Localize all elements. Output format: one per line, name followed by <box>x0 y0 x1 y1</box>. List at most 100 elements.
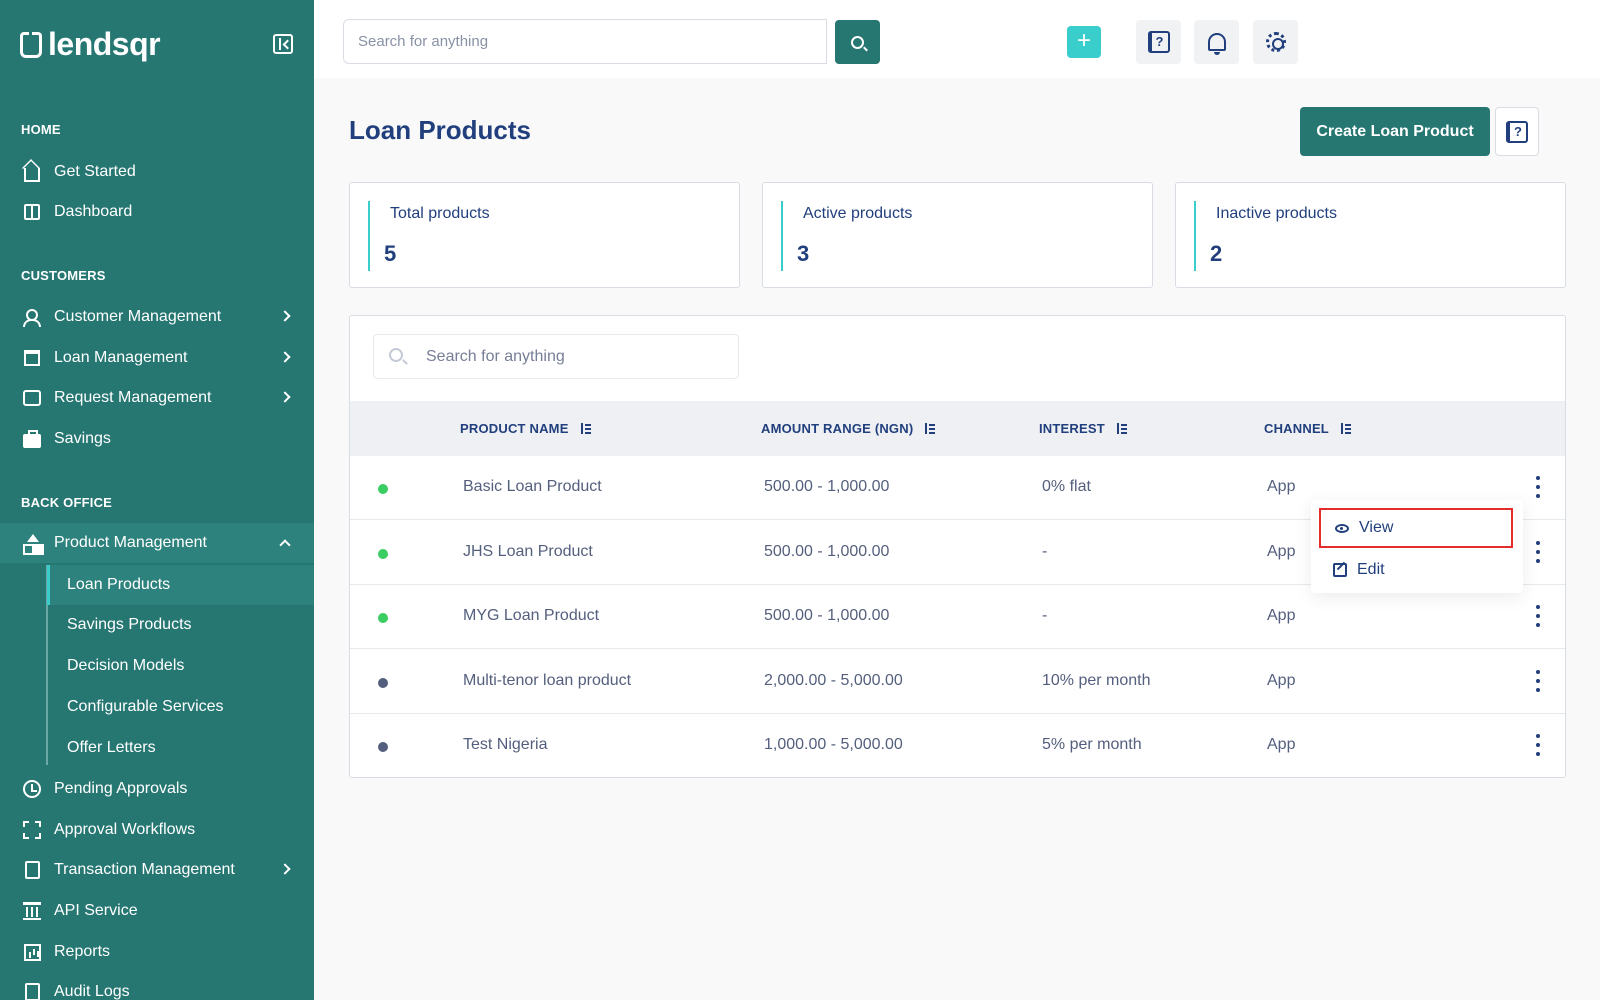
sidebar-item-transaction-management[interactable]: Transaction Management <box>0 850 314 890</box>
sidebar-item-label: Loan Management <box>54 349 188 366</box>
sidebar-item-label: Product Management <box>54 534 207 551</box>
menu-item-label: View <box>1359 519 1394 536</box>
row-actions-menu: View Edit <box>1311 500 1523 593</box>
sidebar-item-label: Dashboard <box>54 203 133 220</box>
cell-channel: App <box>1267 672 1296 689</box>
stat-card-inactive: Inactive products 2 <box>1175 182 1566 288</box>
status-dot <box>378 549 388 559</box>
cell-product-name: MYG Loan Product <box>463 607 600 624</box>
global-search-button[interactable] <box>835 20 880 64</box>
hand-money-icon <box>22 388 42 408</box>
row-actions-icon[interactable] <box>1535 541 1541 563</box>
edit-icon <box>1333 563 1347 577</box>
menu-item-view[interactable]: View <box>1319 508 1513 548</box>
page-help-button[interactable]: ? <box>1495 107 1539 156</box>
stat-card-active: Active products 3 <box>762 182 1153 288</box>
column-header-label: INTEREST <box>1039 421 1105 436</box>
stat-value: 5 <box>384 241 397 266</box>
cell-interest: 0% flat <box>1042 478 1091 495</box>
row-actions-icon[interactable] <box>1535 476 1541 498</box>
help-button[interactable]: ? <box>1136 20 1181 64</box>
briefcase-icon <box>22 429 42 449</box>
document-icon <box>22 860 42 880</box>
status-dot <box>378 742 388 752</box>
table-search <box>373 334 739 379</box>
cell-channel: App <box>1267 478 1296 495</box>
sidebar-item-audit-logs[interactable]: Audit Logs <box>0 972 314 1000</box>
menu-item-label: Edit <box>1357 561 1385 578</box>
collapse-sidebar-icon[interactable] <box>273 34 293 54</box>
global-search-input[interactable] <box>343 19 827 64</box>
stat-accent-bar <box>368 201 370 271</box>
table-row[interactable]: Multi-tenor loan product 2,000.00 - 5,00… <box>350 650 1565 714</box>
page-title: Loan Products <box>349 115 532 145</box>
sidebar-item-approval-workflows[interactable]: Approval Workflows <box>0 810 314 850</box>
gear-icon <box>1265 32 1286 52</box>
chevron-right-icon <box>279 863 291 875</box>
notifications-button[interactable] <box>1194 20 1239 64</box>
section-title-home: HOME <box>21 122 61 137</box>
row-actions-icon[interactable] <box>1535 670 1541 692</box>
sidebar-item-product-management[interactable]: Product Management <box>0 523 314 563</box>
house-icon <box>22 162 42 182</box>
brand-name: lendsqr <box>48 26 161 62</box>
sidebar-item-customer-management[interactable]: Customer Management <box>0 297 314 337</box>
sidebar-subitem-savings-products[interactable]: Savings Products <box>47 605 314 645</box>
sidebar-item-label: Get Started <box>54 163 136 180</box>
sidebar-item-dashboard[interactable]: Dashboard <box>0 192 314 232</box>
column-header-channel[interactable]: CHANNEL <box>1264 401 1351 456</box>
sidebar-item-label: Customer Management <box>54 308 222 325</box>
users-icon <box>22 307 42 327</box>
brand-logo[interactable]: lendsqr <box>20 26 161 63</box>
sidebar-item-get-started[interactable]: Get Started <box>0 152 314 192</box>
sidebar-item-request-management[interactable]: Request Management <box>0 378 314 418</box>
sidebar-subitem-configurable-services[interactable]: Configurable Services <box>47 687 314 727</box>
table-row[interactable]: Test Nigeria 1,000.00 - 5,000.00 5% per … <box>350 714 1565 778</box>
sort-icon <box>923 422 936 435</box>
chevron-right-icon <box>279 310 291 322</box>
row-actions-icon[interactable] <box>1535 605 1541 627</box>
cell-amount-range: 500.00 - 1,000.00 <box>764 543 890 560</box>
stat-value: 2 <box>1210 241 1223 266</box>
sidebar-item-api-service[interactable]: API Service <box>0 891 314 931</box>
cell-channel: App <box>1267 607 1296 624</box>
section-title-customers: CUSTOMERS <box>21 268 106 283</box>
column-header-label: CHANNEL <box>1264 421 1329 436</box>
settings-button[interactable] <box>1253 20 1298 64</box>
column-header-interest[interactable]: INTEREST <box>1039 401 1127 456</box>
section-title-back-office: BACK OFFICE <box>21 495 113 510</box>
table-search-input[interactable] <box>426 336 726 377</box>
sort-icon <box>579 422 591 435</box>
quick-add-button[interactable]: + <box>1067 26 1101 58</box>
stat-value: 3 <box>797 241 810 266</box>
sidebar-item-label: Audit Logs <box>54 983 130 1000</box>
row-actions-icon[interactable] <box>1535 734 1541 756</box>
sidebar-item-pending-approvals[interactable]: Pending Approvals <box>0 769 314 809</box>
cell-amount-range: 500.00 - 1,000.00 <box>764 478 890 495</box>
cell-interest: 10% per month <box>1042 672 1151 689</box>
sidebar-item-label: Approval Workflows <box>54 821 196 838</box>
stat-label: Total products <box>390 205 490 222</box>
sidebar-item-savings[interactable]: Savings <box>0 419 314 459</box>
status-dot <box>378 678 388 688</box>
cell-amount-range: 500.00 - 1,000.00 <box>764 607 890 624</box>
sidebar-subitem-loan-products[interactable]: Loan Products <box>47 565 314 605</box>
table-row[interactable]: MYG Loan Product 500.00 - 1,000.00 - App <box>350 585 1565 649</box>
column-header-product-name[interactable]: PRODUCT NAME <box>460 401 591 456</box>
sidebar-item-loan-management[interactable]: Loan Management <box>0 338 314 378</box>
cell-channel: App <box>1267 736 1296 753</box>
sidebar-item-reports[interactable]: Reports <box>0 932 314 972</box>
help-icon: ? <box>1506 120 1528 143</box>
create-loan-product-button[interactable]: Create Loan Product <box>1300 107 1490 156</box>
cell-product-name: Multi-tenor loan product <box>463 672 632 689</box>
search-icon <box>851 35 864 49</box>
sidebar-subitem-offer-letters[interactable]: Offer Letters <box>47 728 314 768</box>
stat-accent-bar <box>781 201 783 271</box>
sidebar-subitem-decision-models[interactable]: Decision Models <box>47 646 314 686</box>
dashboard-icon <box>22 202 42 222</box>
chevron-right-icon <box>279 391 291 403</box>
status-dot <box>378 484 388 494</box>
column-header-amount-range[interactable]: AMOUNT RANGE (NGN) <box>761 401 936 456</box>
cell-amount-range: 2,000.00 - 5,000.00 <box>764 672 903 689</box>
menu-item-edit[interactable]: Edit <box>1319 550 1513 590</box>
